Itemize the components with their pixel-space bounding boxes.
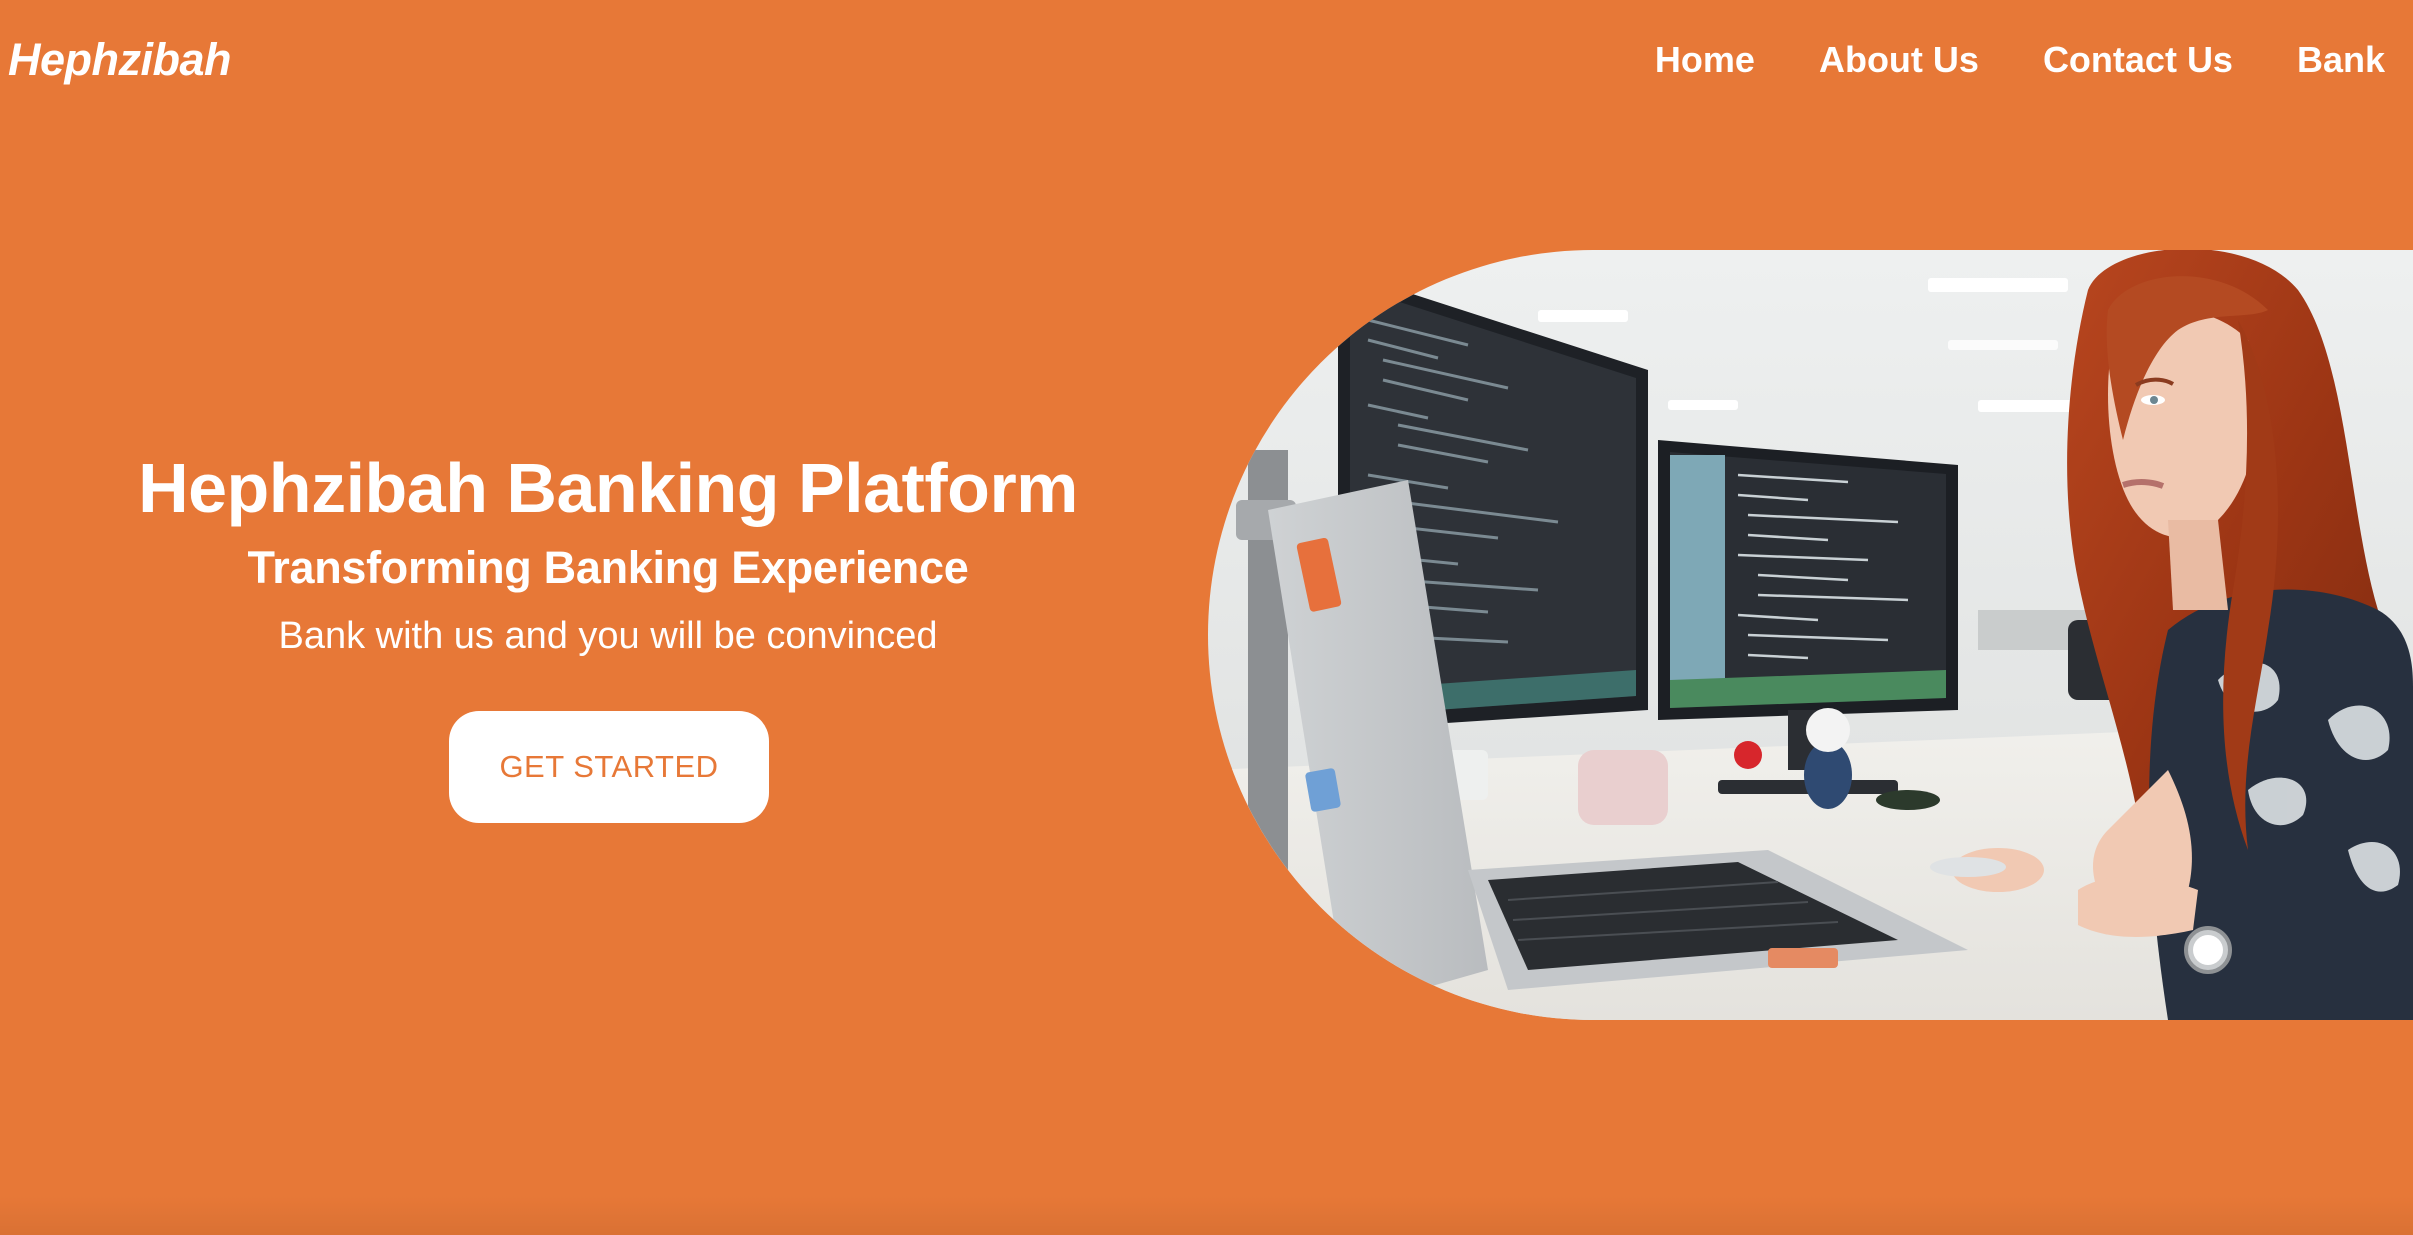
hero-title: Hephzibah Banking Platform <box>138 449 1078 527</box>
nav-link-contact-us[interactable]: Contact Us <box>2043 34 2233 86</box>
navbar: Hephzibah Home About Us Contact Us Bank <box>0 0 2413 120</box>
hero-tagline: Bank with us and you will be convinced <box>278 615 938 657</box>
nav-link-about-us[interactable]: About Us <box>1819 34 1979 86</box>
brand-logo[interactable]: Hephzibah <box>8 32 232 88</box>
get-started-button[interactable]: GET STARTED <box>449 711 769 823</box>
hero-image <box>1208 250 2413 1020</box>
nav-links: Home About Us Contact Us Bank <box>1655 34 2385 86</box>
bottom-shade <box>0 1195 2413 1235</box>
nav-link-home[interactable]: Home <box>1655 34 1755 86</box>
office-photo-icon <box>1208 250 2413 1020</box>
nav-link-bank[interactable]: Bank <box>2297 34 2385 86</box>
hero-subtitle: Transforming Banking Experience <box>247 542 969 593</box>
hero-text-block: Hephzibah Banking Platform Transforming … <box>108 440 1108 666</box>
